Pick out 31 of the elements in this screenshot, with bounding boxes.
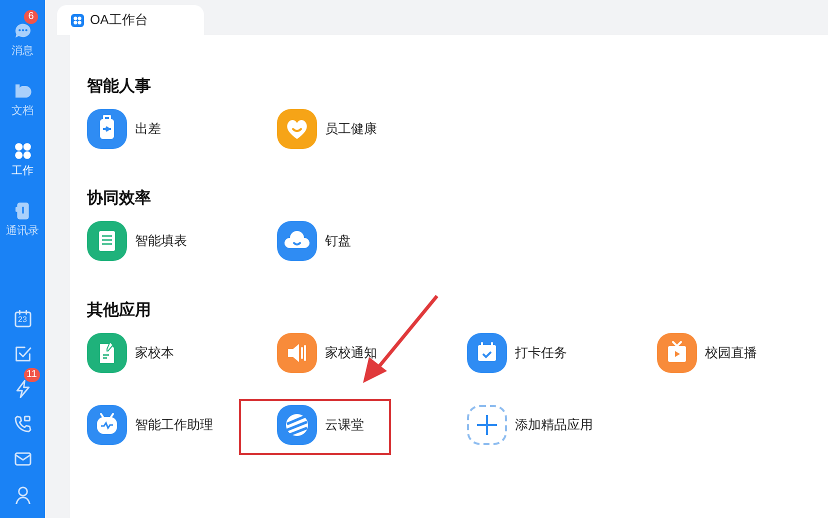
suitcase-icon [87, 109, 127, 149]
sidebar-item[interactable]: 工作 [0, 130, 45, 190]
section-heading: 协同效率 [87, 188, 151, 209]
grid-icon [12, 140, 32, 161]
app-item[interactable]: 家校本 [87, 333, 174, 373]
heart-icon [277, 109, 317, 149]
grid-icon [71, 14, 84, 26]
app-item[interactable]: 智能填表 [87, 221, 187, 261]
tv-icon [657, 333, 697, 373]
calendar-icon [467, 333, 507, 373]
app-item[interactable]: 出差 [87, 109, 161, 149]
app-item[interactable]: 校园直播 [657, 333, 757, 373]
speaker-icon [277, 333, 317, 373]
note-icon [87, 333, 127, 373]
app-item[interactable]: 员工健康 [277, 109, 377, 149]
add-icon [467, 405, 507, 445]
unread-badge: 11 [24, 368, 40, 382]
workbench-tab[interactable]: OA工作台 [57, 5, 204, 35]
app-item[interactable]: 智能工作助理 [87, 405, 213, 445]
calendar-date: 23 [17, 315, 28, 325]
document-icon [87, 221, 127, 261]
cloud-icon [277, 221, 317, 261]
unread-badge: 6 [24, 10, 38, 24]
app-item[interactable]: 添加精品应用 [467, 405, 593, 445]
section-heading: 其他应用 [87, 300, 151, 321]
app-item[interactable]: 云课堂 [277, 405, 364, 445]
app-item[interactable]: 家校通知 [277, 333, 377, 373]
app-item[interactable]: 打卡任务 [467, 333, 567, 373]
section-heading: 智能人事 [87, 76, 151, 97]
robot-icon [87, 405, 127, 445]
app-item[interactable]: 钉盘 [277, 221, 351, 261]
